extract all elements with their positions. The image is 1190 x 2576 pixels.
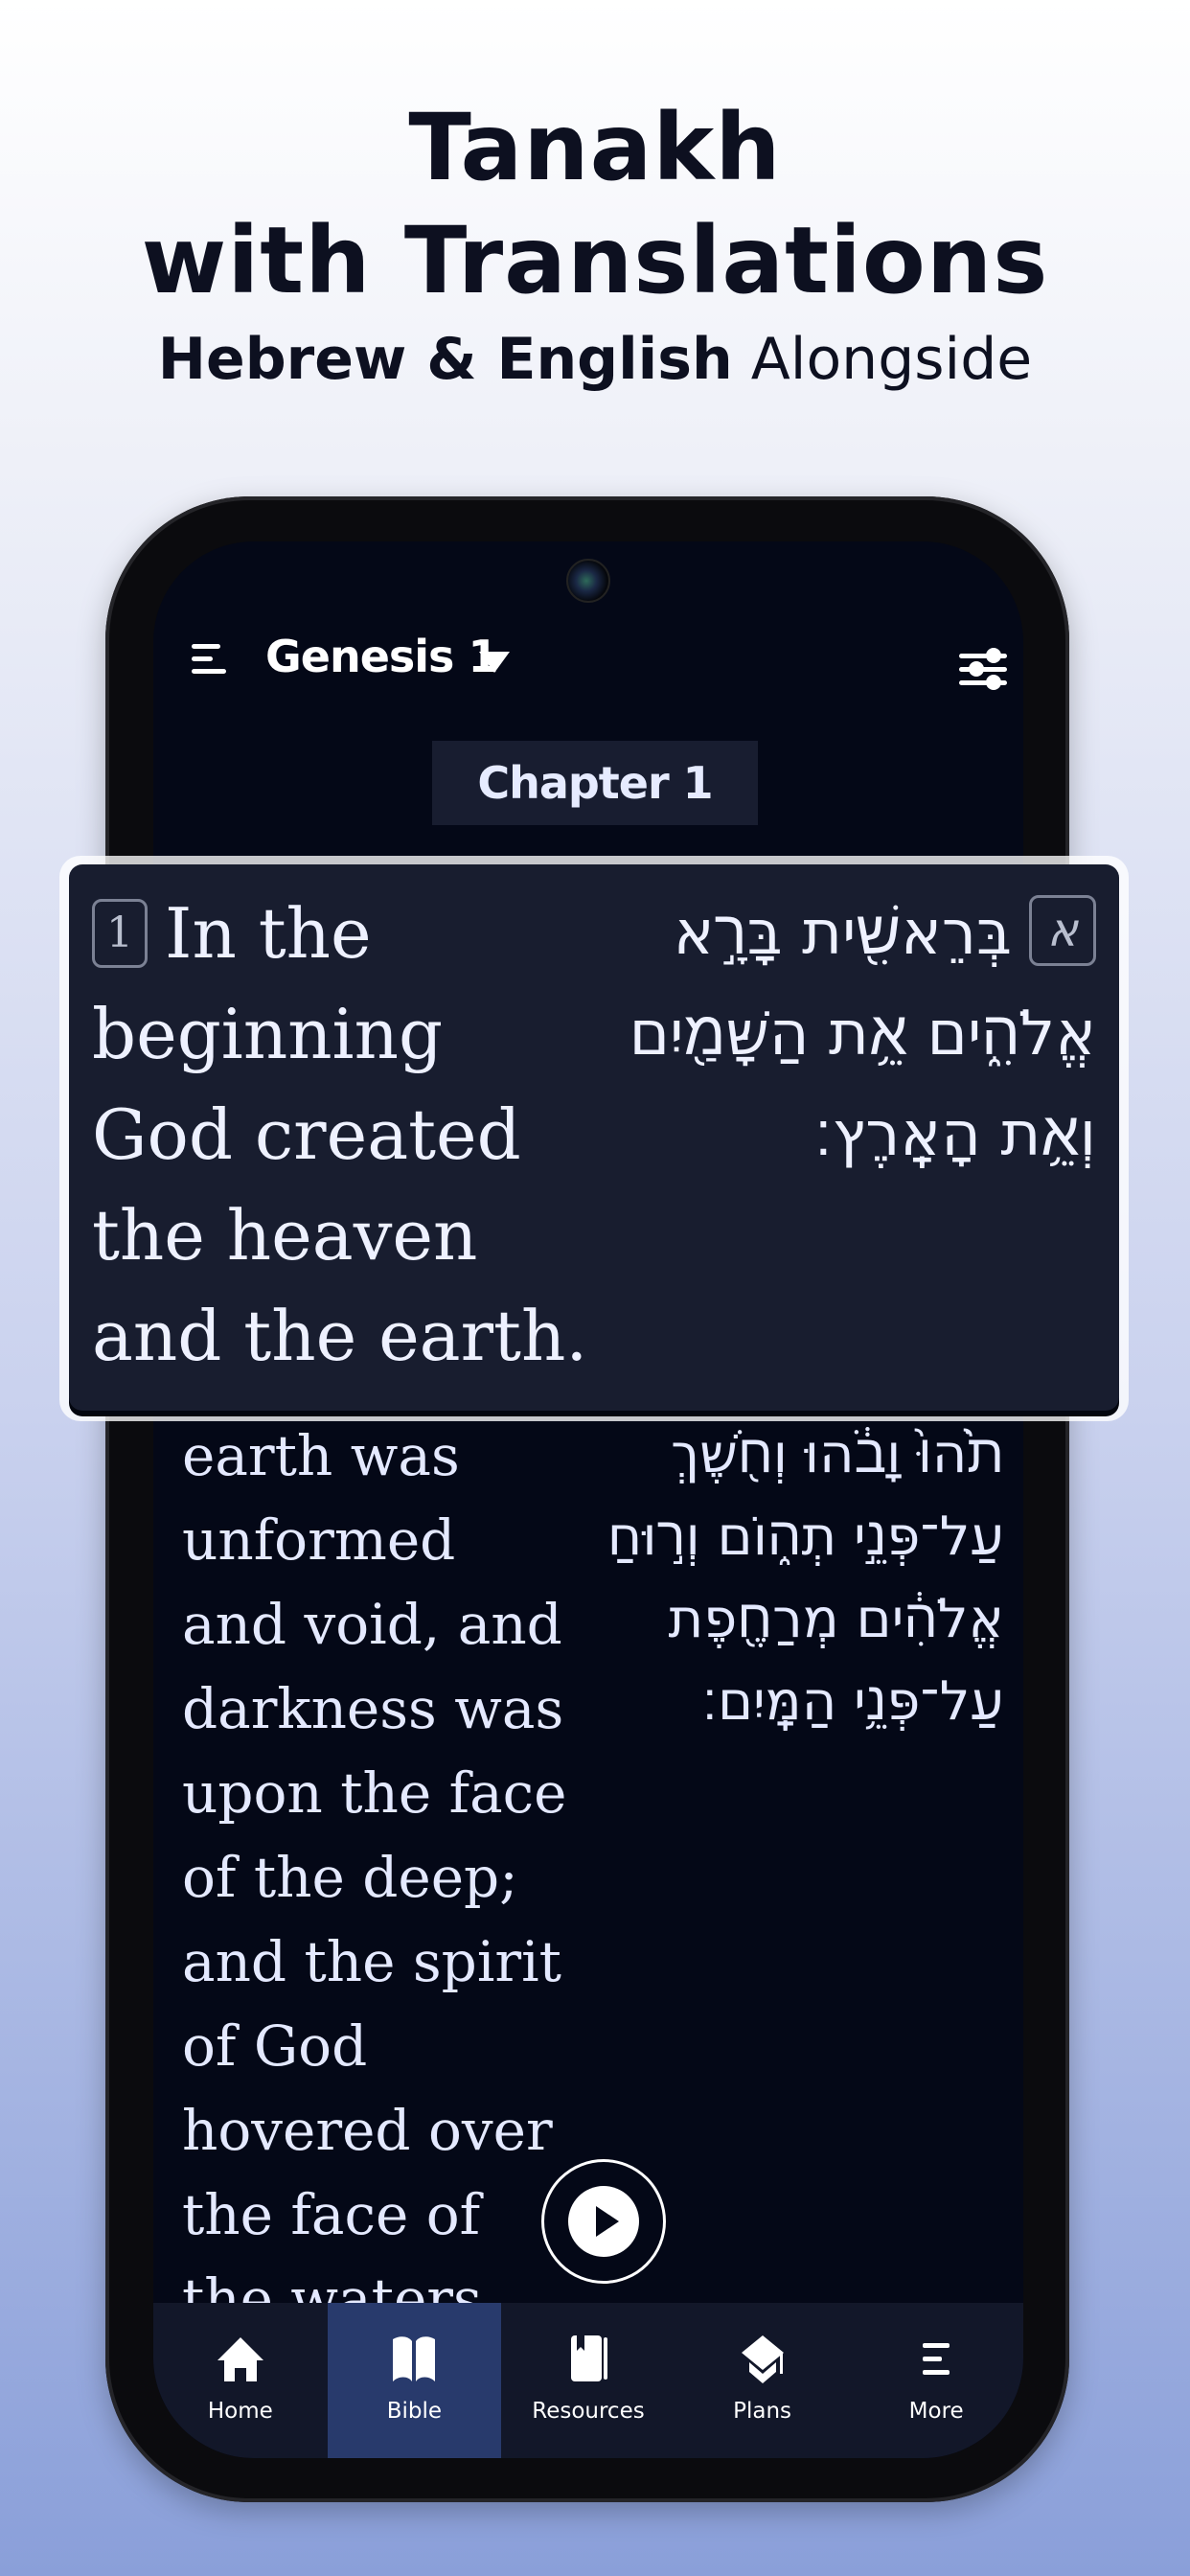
home-icon <box>217 2337 263 2381</box>
front-camera <box>566 559 610 603</box>
verse-line: וְאֵ֥ת הָאָֽרֶץ׃ <box>813 1099 1096 1170</box>
verse-2-hebrew: תֹ֙הוּ֙ וָבֹ֔הוּ וְחֹ֖שֶׁךְ עַל־פְּנֵ֣י ת… <box>583 1414 1004 1743</box>
subtitle-bold: Hebrew & English <box>157 326 733 393</box>
verse-line: of the deep; <box>182 1845 518 1910</box>
app-screen: Genesis 1 Chapter 1 earth was unformed and… <box>153 541 1023 2458</box>
book-chapter-selector[interactable]: Genesis 1 <box>265 631 498 682</box>
tab-label: More <box>908 2399 964 2424</box>
verse-line: unformed <box>182 1507 456 1573</box>
sliders-icon[interactable] <box>959 648 1007 690</box>
more-menu-icon <box>923 2343 950 2375</box>
tab-home[interactable]: Home <box>153 2303 328 2458</box>
open-book-icon <box>393 2336 436 2381</box>
phone-frame: Genesis 1 Chapter 1 earth was unformed and… <box>105 496 1069 2502</box>
tab-label: Plans <box>733 2399 792 2424</box>
verse-line: beginning <box>92 994 444 1074</box>
highlighted-verse-card[interactable]: 1 In the beginning God created the heaven… <box>59 856 1129 1421</box>
verse-line: עַל־פְּנֵ֣י תְה֑וֹם וְר֣וּחַ <box>606 1506 1004 1568</box>
subtitle: Hebrew & English Alongside <box>0 321 1190 398</box>
play-audio-button[interactable] <box>541 2159 666 2284</box>
verse-1-english: 1 In the beginning God created the heaven… <box>92 884 629 1387</box>
bottom-tab-bar: Home Bible Resources Plans More <box>153 2303 1023 2458</box>
verse-line: darkness was <box>182 1676 564 1741</box>
verse-line: אֱלֹהִ֑ים אֵ֥ת הַשָּׁמַ֖יִם <box>629 999 1096 1070</box>
verse-2-english: earth was unformed and void, and darkness w… <box>182 1414 584 2341</box>
chapter-heading: Chapter 1 <box>432 741 758 825</box>
verse-line: אֱלֹהִ֔ים מְרַחֶ֖פֶת <box>668 1588 1004 1650</box>
verse-line: upon the face <box>182 1760 567 1826</box>
verse-1-hebrew: אבְּרֵאשִׁ֖ית בָּרָ֣א אֱלֹהִ֑ים אֵ֥ת הַש… <box>560 884 1096 1185</box>
bookmark-book-icon <box>570 2335 607 2381</box>
verse-number-badge: 1 <box>92 899 148 968</box>
graduation-cap-icon <box>741 2335 784 2383</box>
tab-label: Home <box>207 2399 273 2424</box>
verse-line: and void, and <box>182 1592 562 1657</box>
verse-line: עַל־פְּנֵ֥י הַמָּֽיִם׃ <box>701 1670 1004 1733</box>
verse-line: hovered over <box>182 2098 553 2163</box>
top-app-bar: Genesis 1 <box>153 623 1023 719</box>
verse-line: תֹ֙הוּ֙ וָבֹ֔הוּ וְחֹ֖שֶׁךְ <box>671 1423 1004 1485</box>
verse-line: In the <box>165 893 372 974</box>
tab-plans[interactable]: Plans <box>675 2303 850 2458</box>
hero-heading: Tanakh with Translations Hebrew & Englis… <box>0 91 1190 398</box>
tab-label: Bible <box>386 2399 443 2424</box>
verse-1-card: 1 In the beginning God created the heaven… <box>69 864 1119 1411</box>
tab-resources[interactable]: Resources <box>501 2303 675 2458</box>
hamburger-menu-icon[interactable] <box>192 644 226 675</box>
subtitle-light: Alongside <box>750 326 1033 393</box>
verse-line: the face of <box>182 2182 481 2247</box>
caret-down-icon[interactable] <box>479 652 510 673</box>
play-icon <box>568 2186 639 2257</box>
verse-line: and the earth. <box>92 1296 588 1376</box>
tab-more[interactable]: More <box>849 2303 1023 2458</box>
verse-line: בְּרֵאשִׁ֖ית בָּרָ֣א <box>673 898 1012 969</box>
headline-line-1: Tanakh <box>408 94 782 201</box>
headline-line-2: with Translations <box>141 207 1049 314</box>
verse-line: and the spirit <box>182 1929 561 1994</box>
verse-line: the heaven <box>92 1195 478 1276</box>
hebrew-verse-number-badge: א <box>1029 895 1096 967</box>
tab-bible[interactable]: Bible <box>327 2303 502 2458</box>
verse-line: of God <box>182 2013 368 2079</box>
verse-line: earth was <box>182 1423 460 1488</box>
verse-line: God created <box>92 1094 521 1175</box>
tab-label: Resources <box>532 2399 645 2424</box>
